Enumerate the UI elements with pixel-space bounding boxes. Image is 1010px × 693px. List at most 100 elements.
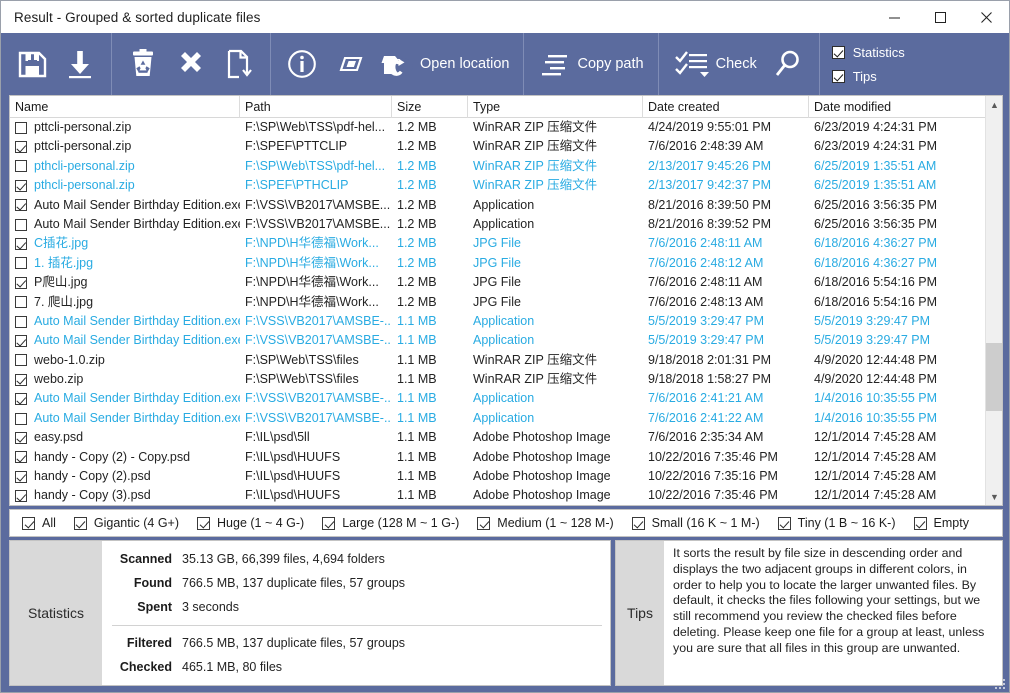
cell-size: 1.2 MB	[397, 275, 437, 290]
row-checkbox[interactable]	[15, 141, 27, 154]
size-filter-empty[interactable]: Empty	[913, 516, 969, 530]
table-row[interactable]: Auto Mail Sender Birthday Edition.exe F:\…	[10, 312, 985, 331]
copy-path-button[interactable]: Copy path	[531, 39, 650, 89]
row-checkbox[interactable]	[15, 121, 27, 134]
rename-button[interactable]	[326, 39, 374, 89]
scroll-up-arrow-icon[interactable]: ▲	[986, 96, 1002, 113]
row-checkbox[interactable]	[15, 490, 27, 503]
table-row[interactable]: handy - Copy (2).psd F:\IL\psd\HUUFS 1.1 M…	[10, 467, 985, 486]
row-checkbox[interactable]	[15, 257, 27, 270]
table-row[interactable]: Auto Mail Sender Birthday Edition.exe F:\…	[10, 196, 985, 215]
column-header-size[interactable]: Size	[392, 96, 468, 118]
table-row[interactable]: webo.zip F:\SP\Web\TSS\files 1.1 MB WinRAR …	[10, 370, 985, 389]
row-checkbox[interactable]	[15, 179, 27, 192]
move-button[interactable]	[215, 39, 263, 89]
row-checkbox[interactable]	[15, 238, 27, 251]
cell-date-modified: 6/23/2019 4:24:31 PM	[814, 139, 938, 154]
open-location-button[interactable]: Open location	[374, 39, 516, 89]
cell-name: handy - Copy (2) - Copy.psd	[10, 448, 240, 467]
table-row[interactable]: pttcli-personal.zip F:\SPEF\PTTCLIP 1.2 MB…	[10, 137, 985, 156]
statistics-toggle[interactable]: Statistics	[831, 45, 905, 60]
maximize-button[interactable]	[917, 1, 963, 33]
row-checkbox[interactable]	[15, 470, 27, 483]
export-button[interactable]	[56, 39, 104, 89]
size-filter-all[interactable]: All	[22, 516, 56, 530]
column-header-date-modified[interactable]: Date modified	[809, 96, 983, 118]
column-header-path[interactable]: Path	[240, 96, 392, 118]
size-filter-gigantic[interactable]: Gigantic (4 G+)	[73, 516, 179, 530]
row-checkbox[interactable]	[15, 451, 27, 464]
checkbox-icon	[831, 45, 845, 59]
scrollbar-thumb[interactable]	[986, 343, 1002, 411]
column-header-name[interactable]: Name	[10, 96, 240, 118]
row-checkbox[interactable]	[15, 218, 27, 231]
close-x-icon	[181, 52, 201, 72]
table-row[interactable]: 1. 插花.jpg F:\NPD\H华德福\Work... 1.2 MB JPG Fi…	[10, 254, 985, 273]
table-row[interactable]: Auto Mail Sender Birthday Edition.exe F:\…	[10, 409, 985, 428]
row-checkbox[interactable]	[15, 393, 27, 406]
column-header-type[interactable]: Type	[468, 96, 643, 118]
row-checkbox[interactable]	[15, 276, 27, 289]
row-checkbox[interactable]	[15, 412, 27, 425]
delete-button[interactable]	[167, 39, 215, 89]
column-header-date-created[interactable]: Date created	[643, 96, 809, 118]
cell-type: JPG File	[473, 236, 521, 251]
cell-type: Application	[473, 333, 535, 348]
vertical-scrollbar[interactable]: ▲ ▼	[985, 96, 1002, 505]
row-checkbox[interactable]	[15, 315, 27, 328]
statistics-value: 766.5 MB, 137 duplicate files, 57 groups	[182, 576, 406, 590]
row-checkbox[interactable]	[15, 354, 27, 367]
properties-button[interactable]	[278, 39, 326, 89]
table-row[interactable]: pttcli-personal.zip F:\SP\Web\TSS\pdf-hel…	[10, 118, 985, 137]
table-row[interactable]: Auto Mail Sender Birthday Edition.exe F:\…	[10, 215, 985, 234]
cell-date-created: 7/6/2016 2:41:21 AM	[648, 391, 764, 406]
table-row[interactable]: pthcli-personal.zip F:\SPEF\PTHCLIP 1.2 MB…	[10, 176, 985, 195]
resize-grip-icon[interactable]	[994, 678, 1007, 691]
search-button[interactable]	[764, 39, 812, 89]
size-filter-huge[interactable]: Huge (1 ~ 4 G-)	[197, 516, 304, 530]
statistics-panel-tab[interactable]: Statistics	[10, 541, 102, 685]
close-button[interactable]	[963, 1, 1009, 33]
recycle-bin-icon	[133, 49, 153, 76]
table-row[interactable]: pthcli-personal.zip F:\SP\Web\TSS\pdf-hel…	[10, 157, 985, 176]
tips-toggle[interactable]: Tips	[831, 68, 905, 84]
checkbox-icon	[631, 516, 645, 530]
scroll-down-arrow-icon[interactable]: ▼	[986, 488, 1002, 505]
cell-type: Adobe Photoshop Image	[473, 469, 611, 484]
table-row[interactable]: P爬山.jpg F:\NPD\H华德福\Work... 1.2 MB JPG File…	[10, 273, 985, 292]
table-row[interactable]: Auto Mail Sender Birthday Edition.exe F:\…	[10, 331, 985, 350]
row-checkbox[interactable]	[15, 373, 27, 386]
cell-date-modified: 12/1/2014 7:45:28 AM	[814, 469, 937, 484]
size-filter-small[interactable]: Small (16 K ~ 1 M-)	[631, 516, 760, 530]
cell-date-created: 2/13/2017 9:42:37 PM	[648, 178, 772, 193]
table-row[interactable]: webo-1.0.zip F:\SP\Web\TSS\files 1.1 MB Win…	[10, 351, 985, 370]
cell-date-created: 7/6/2016 2:35:34 AM	[648, 430, 764, 445]
recycle-button[interactable]	[119, 39, 167, 89]
table-row[interactable]: C插花.jpg F:\NPD\H华德福\Work... 1.2 MB JPG File…	[10, 234, 985, 253]
table-row[interactable]: handy - Copy (2) - Copy.psd F:\IL\psd\HUU…	[10, 448, 985, 467]
table-row[interactable]: handy - Copy (3).psd F:\IL\psd\HUUFS 1.1 M…	[10, 486, 985, 505]
window-title: Result - Grouped & sorted duplicate file…	[14, 9, 261, 25]
cell-date-modified: 6/18/2016 5:54:16 PM	[814, 294, 938, 309]
table-row[interactable]: easy.psd F:\IL\psd\5ll 1.1 MB Adobe Photosh…	[10, 428, 985, 447]
size-filter-large[interactable]: Large (128 M ~ 1 G-)	[322, 516, 459, 530]
tips-toggle-label: Tips	[852, 68, 877, 84]
size-filter-tiny[interactable]: Tiny (1 B ~ 16 K-)	[777, 516, 896, 530]
row-checkbox[interactable]	[15, 160, 27, 173]
row-checkbox[interactable]	[15, 199, 27, 212]
check-button[interactable]: Check	[666, 39, 764, 89]
cell-size: 1.2 MB	[397, 139, 437, 154]
save-button[interactable]	[8, 39, 56, 89]
row-checkbox[interactable]	[15, 296, 27, 309]
minimize-button[interactable]	[871, 1, 917, 33]
table-row[interactable]: Auto Mail Sender Birthday Edition.exe F:\…	[10, 389, 985, 408]
file-name-label: Auto Mail Sender Birthday Edition.exe	[34, 333, 240, 348]
row-checkbox[interactable]	[15, 431, 27, 444]
table-row[interactable]: 7. 爬山.jpg F:\NPD\H华德福\Work... 1.2 MB JPG Fi…	[10, 293, 985, 312]
row-checkbox[interactable]	[15, 335, 27, 347]
file-name-label: Auto Mail Sender Birthday Edition.exe	[34, 410, 240, 425]
tips-panel-tab[interactable]: Tips	[616, 541, 664, 685]
file-name-label: pthcli-personal.zip	[34, 158, 135, 173]
tips-text: It sorts the result by file size in desc…	[673, 546, 985, 655]
size-filter-medium[interactable]: Medium (1 ~ 128 M-)	[477, 516, 614, 530]
